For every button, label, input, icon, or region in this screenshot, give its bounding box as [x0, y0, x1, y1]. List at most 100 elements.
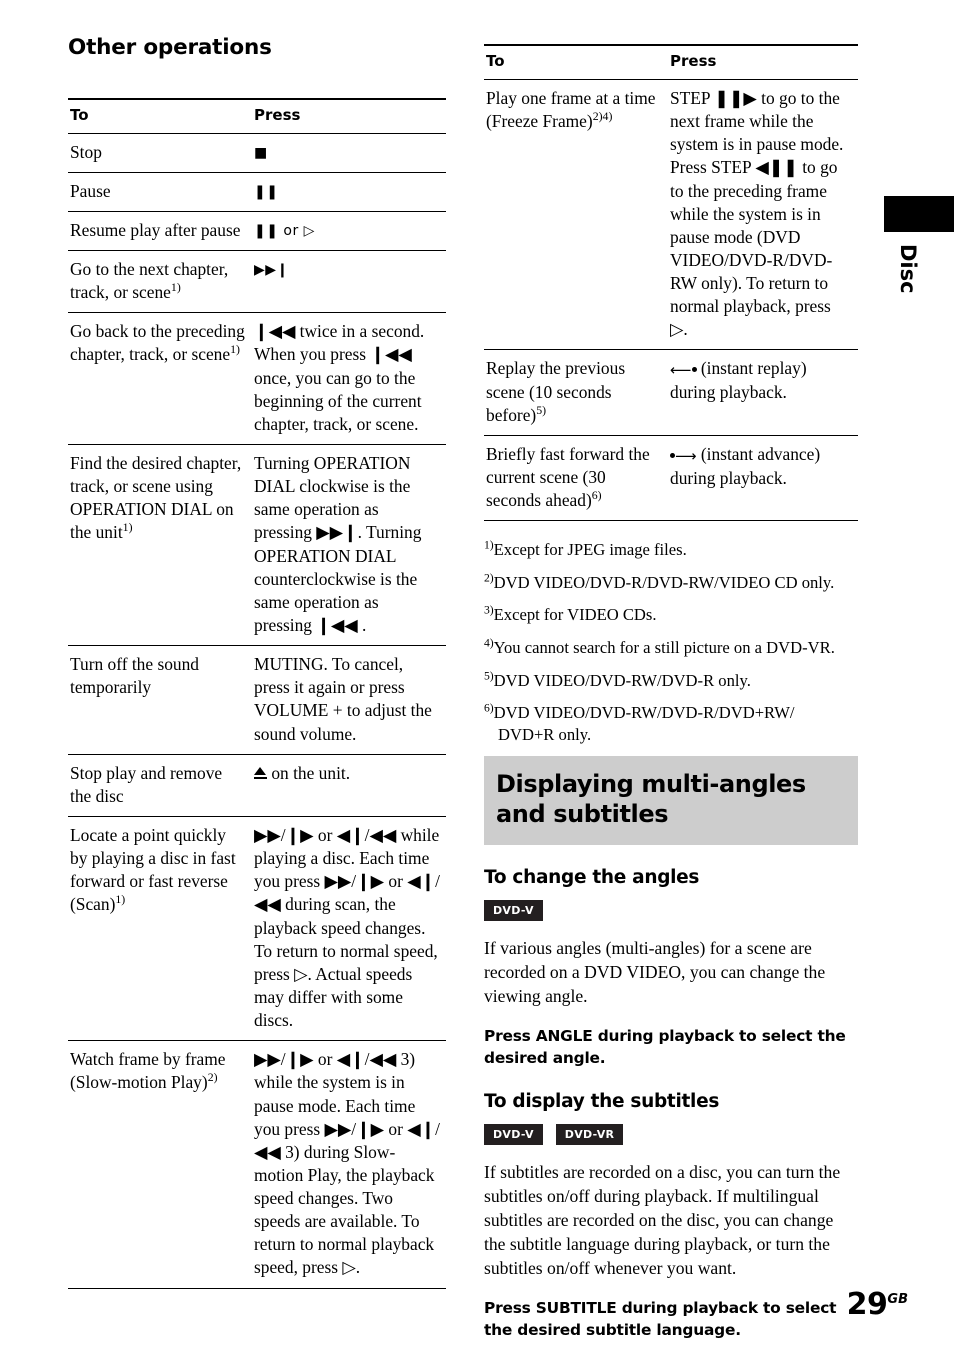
- cell-to-text: Go to the next chapter, track, or scene: [70, 259, 229, 303]
- column-header-to: To: [70, 105, 89, 124]
- cell-press: ⟵ (instant replay) during playback.: [670, 358, 807, 403]
- cell-press: on the unit.: [252, 754, 446, 816]
- cell-press: ▶▶❙: [252, 251, 446, 313]
- table-row: Stop ■: [68, 133, 446, 173]
- footnote-marker: 4): [484, 636, 494, 650]
- instant-replay-icon: ⟵: [670, 361, 697, 381]
- subtitles-instruction: Press SUBTITLE during playback to select…: [484, 1298, 837, 1339]
- table-row: Play one frame at a time (Freeze Frame)2…: [484, 79, 858, 350]
- column-header-to: To: [486, 52, 505, 70]
- cell-press: ▶▶/❙▶ or ◀❙/◀◀ while playing a disc. Eac…: [254, 824, 441, 1031]
- cell-to: Locate a point quickly by playing a disc…: [68, 816, 252, 1040]
- instant-advance-icon: ⟶: [670, 447, 697, 467]
- angles-instruction: Press ANGLE during playback to select th…: [484, 1026, 846, 1067]
- next-track-icon: ▶▶❙: [254, 262, 289, 278]
- badge-dvd-v: DVD-V: [484, 899, 543, 921]
- table-row: Turn off the sound temporarily MUTING. T…: [68, 646, 446, 755]
- footnote-marker: 3): [484, 603, 494, 617]
- footnote-marker: 2): [484, 571, 494, 585]
- cell-to: Replay the previous scene (10 seconds be…: [484, 350, 668, 435]
- eject-icon: [254, 766, 267, 780]
- footnote-text: You cannot search for a still picture on…: [493, 638, 835, 658]
- table-row: Go to the next chapter, track, or scene1…: [68, 251, 446, 313]
- cell-press: STEP ❚❚▶ to go to the next frame while t…: [670, 87, 844, 340]
- table-row: Watch frame by frame (Slow-motion Play)2…: [68, 1041, 446, 1289]
- cell-press: ❙◀◀ twice in a second. When you press ❙◀…: [254, 321, 425, 434]
- footnote-marker: 6): [484, 701, 494, 715]
- table-head: To Press: [68, 98, 446, 134]
- footnote-text: Except for VIDEO CDs.: [493, 605, 657, 625]
- cell-to: Briefly fast forward the current scene (…: [484, 435, 668, 520]
- cell-to-text: Locate a point quickly by playing a disc…: [70, 824, 236, 915]
- cell-to: Go back to the preceding chapter, track,…: [68, 313, 252, 445]
- cell-to: Resume play after pause: [70, 219, 241, 240]
- badge-dvd-v: DVD-V: [484, 1123, 543, 1145]
- subtitles-badge-row: DVD-V DVD-VR: [484, 1123, 858, 1145]
- cell-press: ❚❚: [252, 172, 446, 211]
- table-row: Resume play after pause ❚❚ or ▷: [68, 211, 446, 251]
- pause-icon: ❚❚: [254, 183, 279, 200]
- footnote-text: Except for JPEG image files.: [493, 540, 687, 560]
- footnote-item: 3)Except for VIDEO CDs.: [484, 604, 858, 626]
- column-header-press: Press: [254, 105, 301, 124]
- subtitles-body-text: If subtitles are recorded on a disc, you…: [484, 1161, 841, 1278]
- subheading-display-subtitles: To display the subtitles: [484, 1090, 720, 1112]
- footnote-item: 5)DVD VIDEO/DVD-RW/DVD-R only.: [484, 670, 858, 692]
- cell-to-text: Find the desired chapter, track, or scen…: [70, 452, 242, 543]
- page-number: 29GB: [847, 1287, 908, 1322]
- column-header-press: Press: [670, 52, 717, 70]
- footnote-text: DVD VIDEO/DVD-RW/DVD-R only.: [493, 670, 751, 690]
- table-row: Locate a point quickly by playing a disc…: [68, 816, 446, 1041]
- section-banner-heading: Displaying multi-angles and subtitles: [484, 756, 858, 845]
- footnote-ref: 6): [591, 488, 602, 503]
- cell-to: Go to the next chapter, track, or scene1…: [68, 251, 252, 313]
- right-column: To Press Play one frame at a time (Freez…: [484, 44, 858, 1352]
- page-number-value: 29: [846, 1287, 888, 1322]
- cell-to-text: Briefly fast forward the current scene (…: [486, 443, 650, 511]
- table-header-row: To Press: [484, 45, 858, 80]
- table-body: Stop ■ Pause ❚❚ Resume play after pause …: [68, 133, 446, 1289]
- table-row: Pause ❚❚: [68, 172, 446, 212]
- footnotes: 1)Except for JPEG image files. 2)DVD VID…: [484, 539, 858, 745]
- cell-to: Watch frame by frame (Slow-motion Play)2…: [68, 1041, 252, 1288]
- subheading-change-angles: To change the angles: [484, 866, 700, 888]
- cell-to: Stop: [70, 141, 102, 162]
- cell-press: ■: [252, 133, 446, 172]
- table-row: Stop play and remove the disc on the uni…: [68, 754, 446, 817]
- cell-press: ❚❚ or ▷: [252, 211, 446, 250]
- page-title: Other operations: [68, 35, 272, 60]
- angles-badge-row: DVD-V: [484, 899, 858, 921]
- footnote-marker: 1): [484, 538, 494, 552]
- manual-page: Other operations To Press Stop ■ Pause ❚…: [0, 0, 954, 1352]
- footnote-item: 2)DVD VIDEO/DVD-R/DVD-RW/VIDEO CD only.: [484, 572, 858, 594]
- footnote-item: 6)DVD VIDEO/DVD-RW/DVD-R/DVD+RW/DVD+R on…: [484, 702, 858, 745]
- table-row: Find the desired chapter, track, or scen…: [68, 444, 446, 646]
- cell-press: ▶▶/❙▶ or ◀❙/◀◀ 3) while the system is in…: [254, 1049, 441, 1278]
- cell-to-text: Go back to the preceding chapter, track,…: [70, 321, 245, 365]
- cell-press: Turning OPERATION DIAL clockwise is the …: [254, 452, 422, 635]
- table-row: Replay the previous scene (10 seconds be…: [484, 350, 858, 436]
- table-row: Go back to the preceding chapter, track,…: [68, 313, 446, 445]
- stop-icon: ■: [254, 144, 268, 161]
- footnote-text: DVD VIDEO/DVD-R/DVD-RW/VIDEO CD only.: [493, 572, 835, 592]
- footnote-item: 4)You cannot search for a still picture …: [484, 637, 858, 659]
- badge-dvd-vr: DVD-VR: [555, 1123, 624, 1145]
- other-operations-table: To Press Stop ■ Pause ❚❚ Resume play aft…: [68, 98, 446, 1289]
- pause-play-icon: ❚❚ or ▷: [254, 222, 315, 239]
- footnote-item: 1)Except for JPEG image files.: [484, 539, 858, 561]
- angles-body-text: If various angles (multi-angles) for a s…: [484, 937, 826, 1006]
- footnote-ref: 1): [122, 520, 133, 535]
- table-header-row: To Press: [68, 98, 446, 134]
- cell-press: MUTING. To cancel, press it again or pre…: [254, 654, 432, 744]
- cell-to: Play one frame at a time (Freeze Frame)2…: [484, 79, 668, 350]
- side-tab-marker: [884, 196, 954, 232]
- page-region-suffix: GB: [887, 1292, 908, 1307]
- table-body: Play one frame at a time (Freeze Frame)2…: [484, 79, 858, 521]
- side-tab-label: Disc: [896, 244, 920, 294]
- cell-to-text: Play one frame at a time (Freeze Frame): [486, 87, 656, 132]
- table-head: To Press: [484, 45, 858, 80]
- footnote-ref: 2)4): [592, 109, 613, 124]
- cell-to: Find the desired chapter, track, or scen…: [68, 444, 252, 645]
- footnote-ref: 1): [115, 892, 126, 907]
- cell-press: ⟶ (instant advance) during playback.: [670, 443, 821, 488]
